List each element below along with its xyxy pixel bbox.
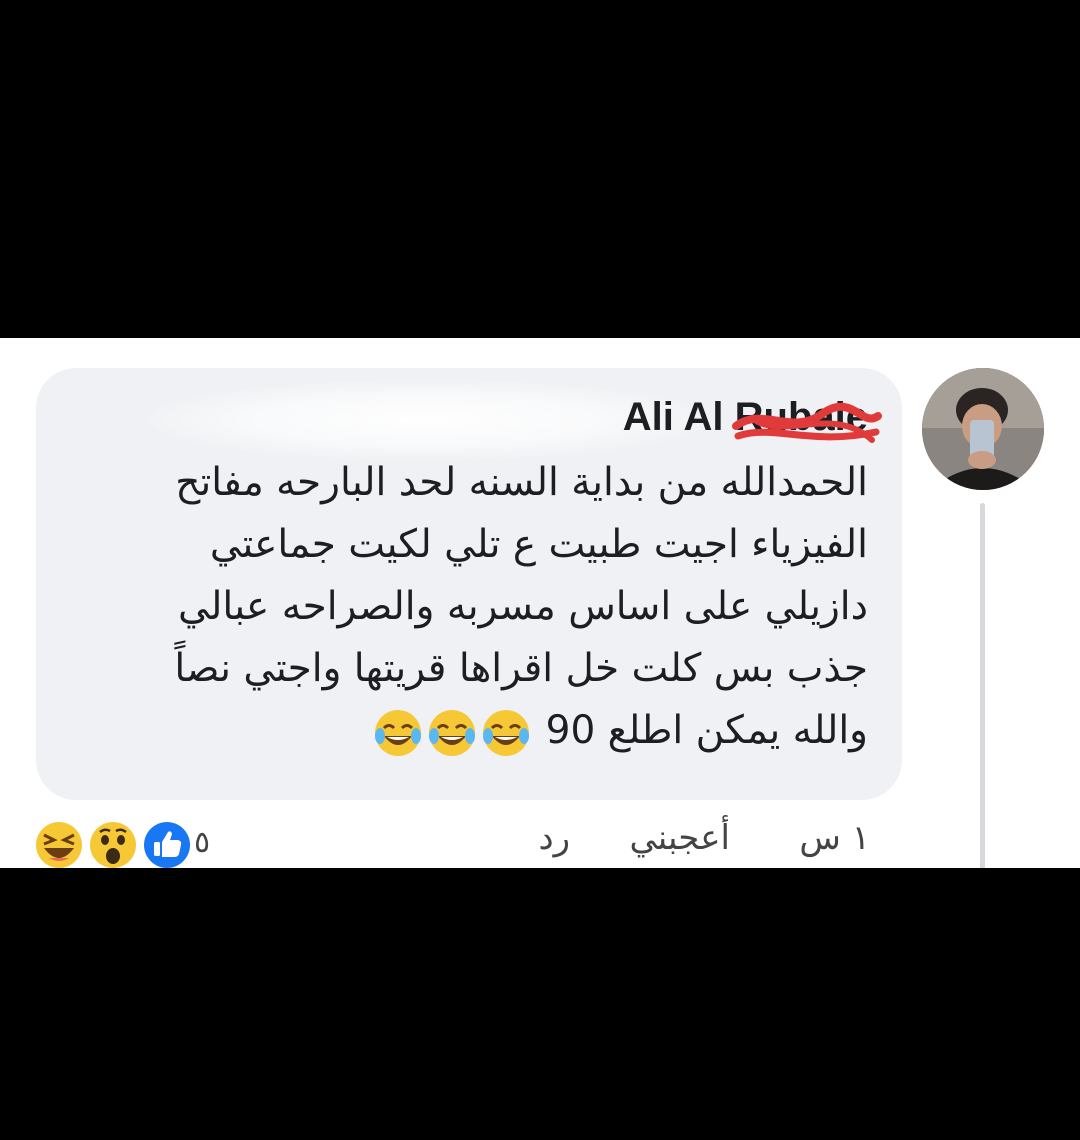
comment-line: الفيزياء اجيت طبيت ع تلي لكيت جماعتي <box>209 522 868 567</box>
comment-body: الحمدالله من بداية السنه لحد البارحه مفا… <box>108 452 868 762</box>
reactions-summary[interactable]: ٥ <box>34 820 234 868</box>
comment-last-line: والله يمكن اطلع 90 <box>108 700 868 762</box>
comment-bubble: Ali Al Rubaie الحمدالله من بداية السنه ل… <box>36 368 902 800</box>
comment-line: دازيلي على اساس مسربه والصراحه عبالي <box>177 584 868 629</box>
author-name-wrap: Ali Al Rubaie <box>608 392 882 448</box>
like-button[interactable]: أعجبني <box>629 818 730 858</box>
redaction-scribble <box>732 402 882 443</box>
comment-line: والله يمكن اطلع 90 <box>545 708 868 753</box>
comment-panel: Ali Al Rubaie الحمدالله من بداية السنه ل… <box>0 338 1080 868</box>
like-icon <box>144 822 190 868</box>
laughing-emoji-icon <box>36 822 82 868</box>
avatar-photo-icon <box>922 368 1044 490</box>
tears-of-joy-icon <box>375 709 422 756</box>
comment-line: جذب بس كلت خل اقراها قريتها واجتي نصاً <box>174 646 868 691</box>
avatar[interactable] <box>922 368 1044 490</box>
wow-emoji-icon <box>90 822 136 868</box>
comment-time[interactable]: ١ س <box>799 818 870 858</box>
thread-line <box>980 503 985 868</box>
comment-actions: ١ س أعجبني رد <box>170 818 870 868</box>
reply-button[interactable]: رد <box>538 818 570 858</box>
reaction-count: ٥ <box>194 825 211 860</box>
tears-of-joy-icon <box>429 709 476 756</box>
comment-line: الحمدالله من بداية السنه لحد البارحه مفا… <box>175 460 868 505</box>
tears-of-joy-icon <box>483 709 530 756</box>
